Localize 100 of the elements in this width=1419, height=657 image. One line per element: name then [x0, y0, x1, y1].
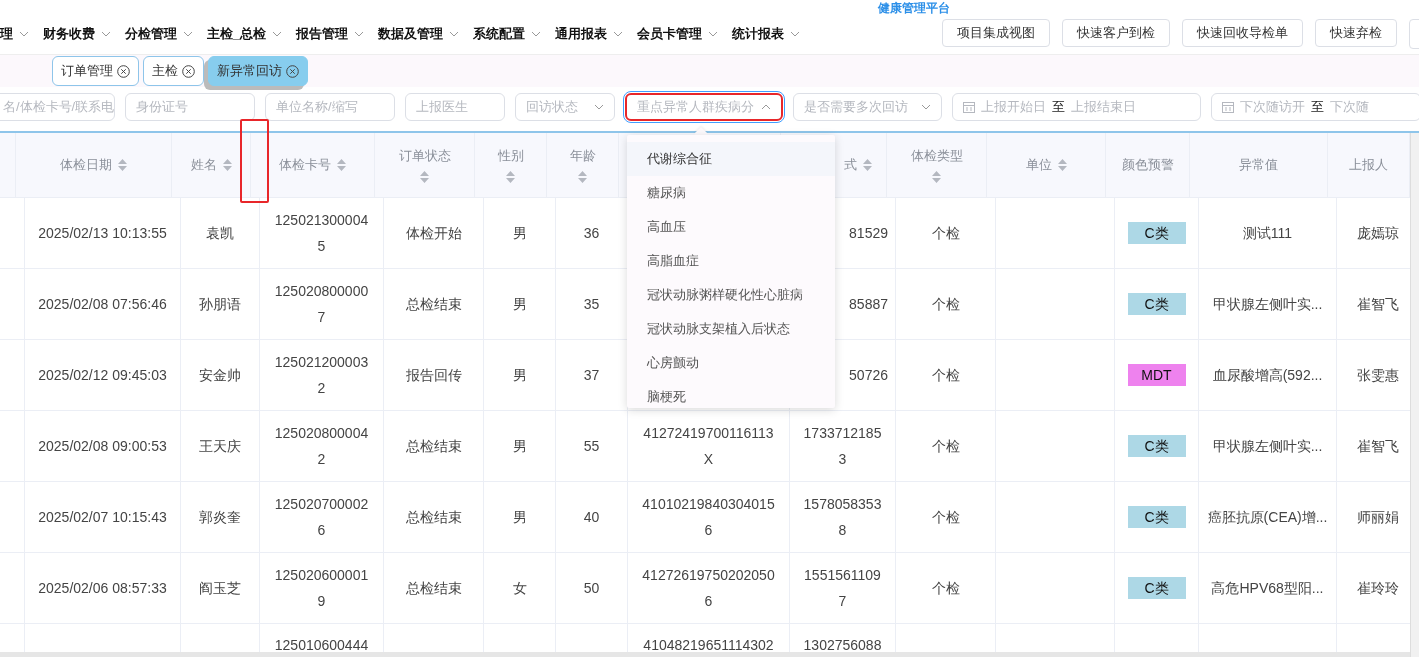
nav-menu-item[interactable]: 会员卡管理: [637, 25, 719, 43]
cell-text: 个检: [931, 579, 960, 598]
cell-text: 王天庆: [199, 437, 241, 456]
cell-text: 崔智飞: [1356, 437, 1399, 456]
warning-tag: MDT: [1127, 364, 1186, 386]
sort-icon[interactable]: [337, 159, 346, 171]
chevron-icon: [613, 31, 624, 37]
cell-text: 40: [583, 508, 600, 527]
cell-text: 男: [512, 437, 527, 456]
cell-text: 袁凯: [206, 224, 234, 243]
warning-tag: C类: [1127, 435, 1186, 457]
nav-menu-item[interactable]: 分检管理: [125, 25, 193, 43]
cell-text: 37: [583, 366, 600, 385]
cell-text: 个检: [931, 366, 960, 385]
range-separator: 至: [1052, 98, 1065, 116]
chevron-icon: [449, 31, 460, 37]
cell-text: 1250207000026: [273, 495, 370, 540]
chevron-icon: [101, 31, 111, 37]
cell-text: 50: [583, 579, 600, 598]
dropdown-option[interactable]: 代谢综合征: [627, 142, 835, 176]
sort-icon[interactable]: [1057, 159, 1067, 171]
cell-text: 孙朋语: [199, 295, 241, 314]
column-label: 体检日期: [60, 156, 112, 174]
cell-text: 甲状腺左侧叶实...: [1212, 437, 1323, 456]
nav-menu-item[interactable]: 主检_总检: [207, 25, 283, 43]
toolbar-button[interactable]: 快速弃检: [1315, 19, 1397, 47]
cell-text: 高危HPV68型阳...: [1211, 579, 1324, 598]
cell-text: 17337121853: [802, 424, 883, 469]
nav-menu-item[interactable]: 系统配置: [473, 25, 542, 43]
dropdown-option[interactable]: 高血压: [627, 210, 835, 244]
chevron-icon: [921, 104, 931, 110]
warning-tag: C类: [1127, 506, 1186, 528]
chevron-icon: [594, 104, 604, 110]
cell-text: 85887: [849, 295, 888, 314]
sort-icon[interactable]: [506, 171, 515, 183]
cell-text: 55: [583, 437, 600, 456]
cell-text: 1250208000042: [273, 424, 370, 469]
sort-icon[interactable]: [863, 159, 872, 171]
nav-menu-item[interactable]: 数据及管理: [378, 25, 460, 43]
nav-menu-item[interactable]: 财务收费: [43, 25, 111, 43]
select-placeholder: 重点异常人群疾病分: [637, 98, 755, 116]
dropdown-option[interactable]: 冠状动脉粥样硬化性心脏病: [627, 278, 835, 312]
chevron-icon: [761, 104, 771, 110]
cell-text: 1302756088: [803, 636, 882, 655]
close-icon[interactable]: [182, 64, 195, 78]
toolbar-button[interactable]: 项目集成视图: [942, 19, 1050, 47]
cell-text: 总检结束: [405, 295, 462, 314]
column-label: 性别: [497, 147, 524, 165]
page-tab[interactable]: 订单管理: [52, 56, 139, 86]
cell-text: 1250212000032: [273, 353, 370, 398]
cell-text: 81529: [849, 224, 888, 243]
cell-text: 安金帅: [199, 366, 241, 385]
dropdown-option[interactable]: 脑梗死: [627, 380, 835, 408]
page-tab[interactable]: 主检: [143, 56, 204, 86]
column-label: 订单状态: [398, 147, 451, 165]
cell-text: 个检: [931, 508, 960, 527]
end-date-placeholder: 下次随: [1330, 98, 1369, 116]
range-separator: 至: [1311, 98, 1324, 116]
chevron-icon: [272, 31, 283, 37]
dropdown-option[interactable]: 高脂血症: [627, 244, 835, 278]
toolbar-button[interactable]: 快速客户到检: [1062, 19, 1170, 47]
cell-text: 男: [512, 366, 527, 385]
date-range-field[interactable]: 上报开始日 至 上报结束日: [952, 93, 1201, 121]
cell-text: 2025/02/07 10:15:43: [38, 508, 167, 527]
nav-menu-item[interactable]: 报告管理: [296, 25, 365, 43]
cell-text: 甲状腺左侧叶实...: [1212, 295, 1323, 314]
cell-text: 1250213000045: [273, 211, 370, 256]
column-label: 体检类型: [910, 147, 963, 165]
nav-menu-item[interactable]: 统计报表: [732, 25, 801, 43]
sort-icon[interactable]: [118, 159, 127, 171]
dropdown-option[interactable]: 心房颤动: [627, 346, 835, 380]
sort-icon[interactable]: [932, 171, 941, 183]
sort-icon[interactable]: [420, 171, 429, 183]
warning-tag: C类: [1127, 293, 1186, 315]
cell-text: 2025/02/12 09:45:03: [38, 366, 167, 385]
dropdown-option[interactable]: 冠状动脉支架植入后状态: [627, 312, 835, 346]
cell-text: 男: [512, 508, 527, 527]
close-icon[interactable]: [286, 64, 299, 78]
cell-text: 15780583538: [802, 495, 883, 540]
cell-text: 女: [512, 579, 527, 598]
select-placeholder: 回访状态: [526, 98, 579, 116]
cell-text: 崔玲玲: [1356, 579, 1399, 598]
close-icon[interactable]: [117, 64, 130, 78]
dropdown-option[interactable]: 糖尿病: [627, 176, 835, 210]
warning-tag: C类: [1127, 222, 1186, 244]
column-label: 颜色预警: [1121, 156, 1174, 174]
cell-text: 男: [512, 224, 527, 243]
select-placeholder: 是否需要多次回访: [804, 98, 909, 116]
column-label: 异常值: [1239, 156, 1278, 174]
column-label: 体检卡号: [279, 156, 331, 174]
sort-icon[interactable]: [578, 171, 587, 183]
cell-text: 125010600444: [274, 636, 369, 655]
toolbar-button[interactable]: 快速回收导检单: [1182, 19, 1303, 47]
column-label: 式: [844, 156, 857, 174]
cell-text: 测试111: [1242, 224, 1293, 243]
column-label: 年龄: [569, 147, 596, 165]
nav-menu-item[interactable]: 通用报表: [555, 25, 624, 43]
nav-menu-item[interactable]: 理: [0, 25, 29, 43]
cell-text: 50726: [849, 366, 888, 385]
sort-icon[interactable]: [222, 159, 232, 171]
